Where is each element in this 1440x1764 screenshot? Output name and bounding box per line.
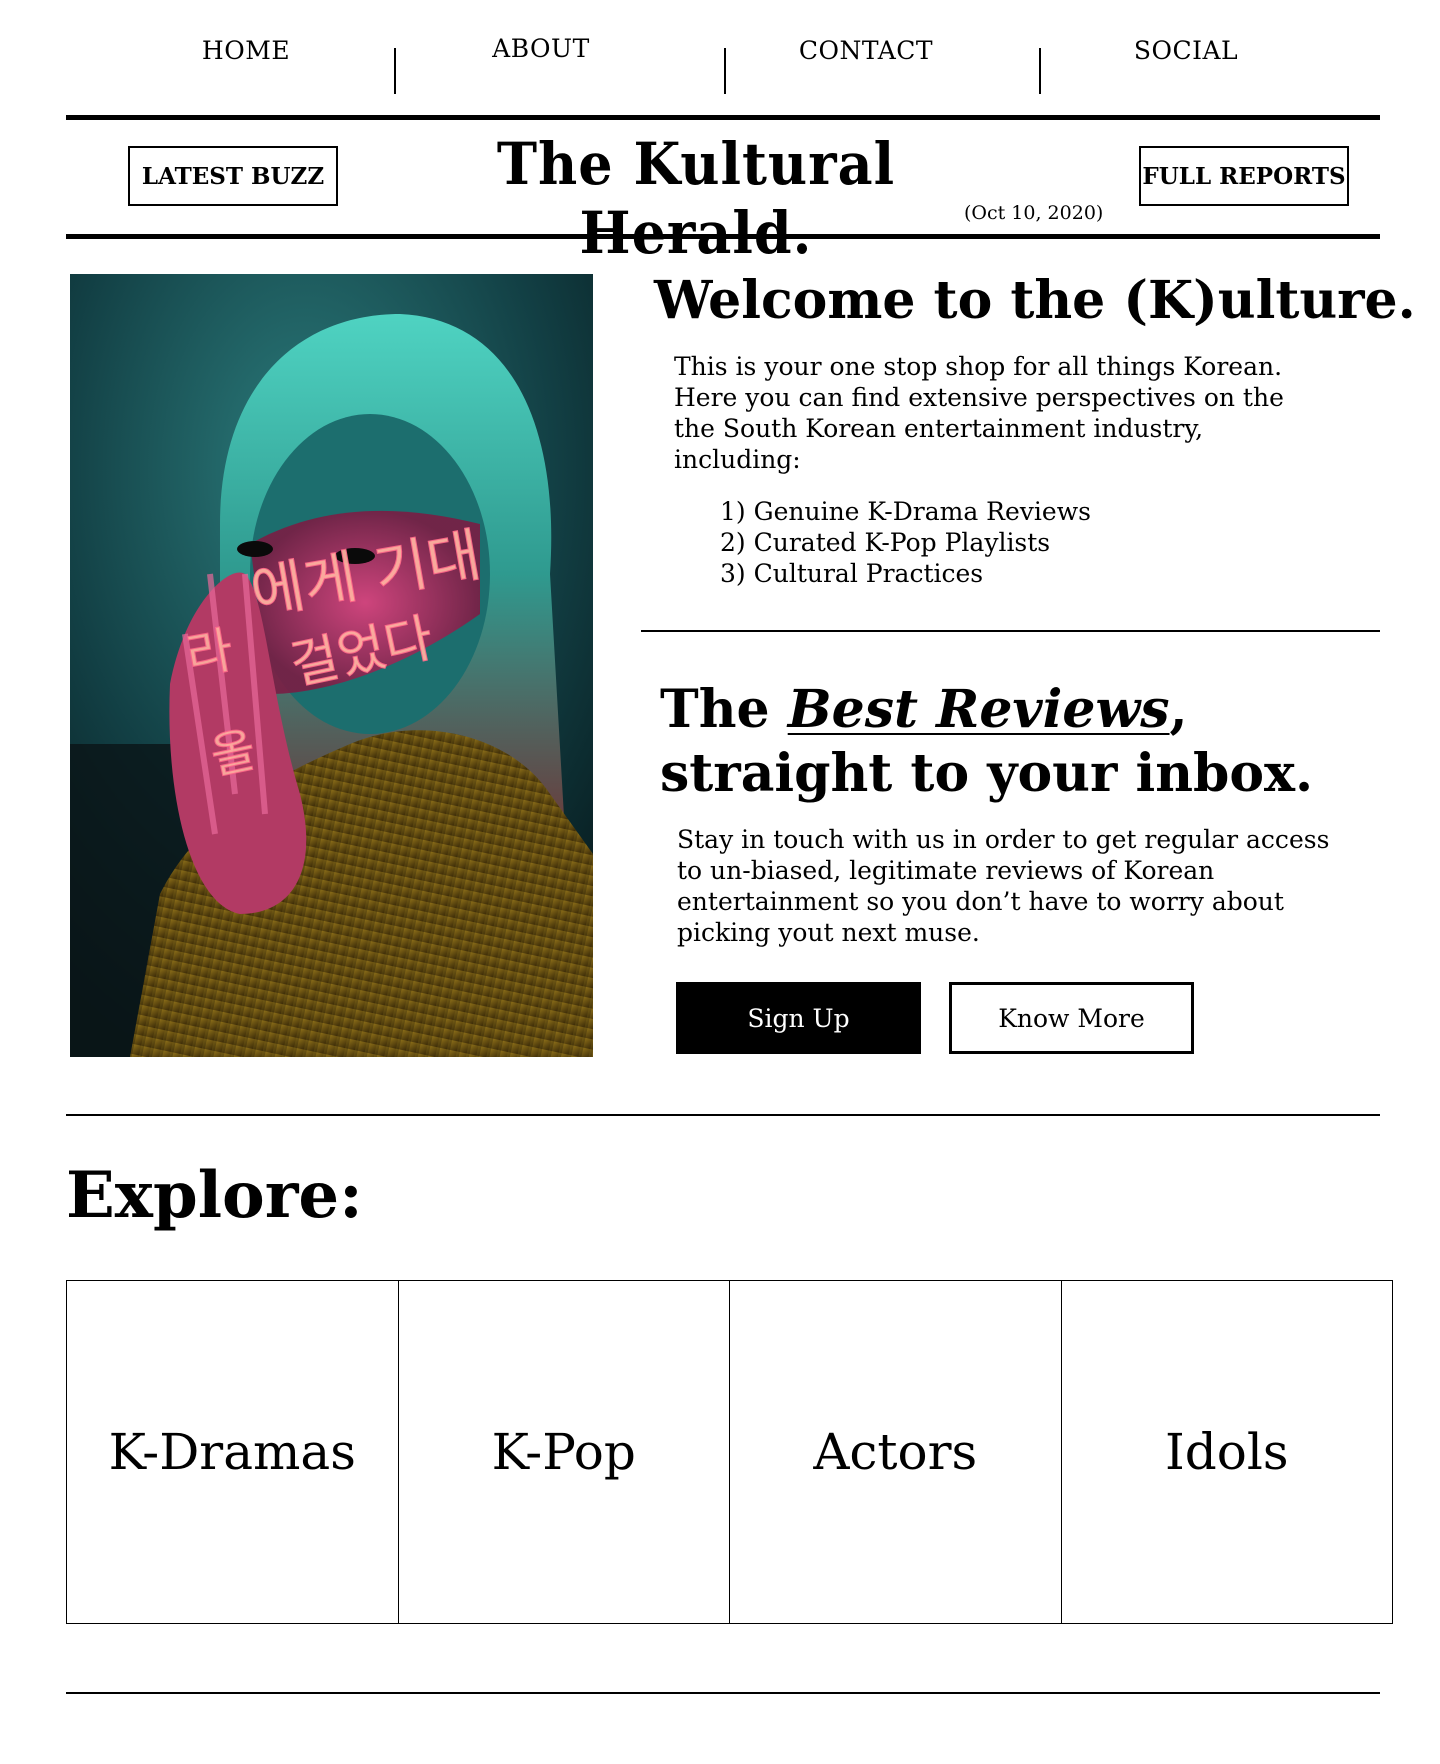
explore-title: Explore: bbox=[66, 1158, 363, 1233]
explore-grid: K-Dramas K-Pop Actors Idols bbox=[66, 1280, 1393, 1624]
section-divider bbox=[641, 630, 1380, 632]
best-reviews-link[interactable]: Best Reviews bbox=[788, 679, 1170, 740]
explore-tile-idols[interactable]: Idols bbox=[1062, 1281, 1393, 1623]
nav-about-link[interactable]: ABOUT bbox=[426, 0, 656, 98]
explore-tile-actors[interactable]: Actors bbox=[730, 1281, 1062, 1623]
list-item: 3) Cultural Practices bbox=[720, 559, 984, 588]
know-more-button[interactable]: Know More bbox=[949, 982, 1194, 1054]
nav-divider bbox=[724, 48, 726, 94]
top-nav: HOME ABOUT CONTACT SOCIAL bbox=[66, 0, 1380, 120]
hero-photo-illustration: 에게 기대 걸었다 라 올 bbox=[70, 274, 593, 1057]
nav-divider bbox=[1039, 48, 1041, 94]
reviews-title-start: The bbox=[660, 679, 788, 740]
welcome-body: This is your one stop shop for all thing… bbox=[674, 352, 1284, 474]
masthead: LATEST BUZZ The Kultural Herald. (Oct 10… bbox=[66, 120, 1380, 267]
section-divider bbox=[66, 1114, 1380, 1116]
nav-home-link[interactable]: HOME bbox=[126, 0, 366, 100]
issue-date: (Oct 10, 2020) bbox=[964, 202, 1104, 224]
full-reports-button[interactable]: FULL REPORTS bbox=[1139, 146, 1349, 206]
welcome-title: Welcome to the (K)ulture. bbox=[654, 270, 1416, 331]
explore-tile-k-dramas[interactable]: K-Dramas bbox=[67, 1281, 399, 1623]
list-item: 1) Genuine K-Drama Reviews bbox=[720, 497, 1091, 526]
hero-photo: 에게 기대 걸었다 라 올 bbox=[70, 274, 593, 1057]
reviews-title: The Best Reviews, straight to your inbox… bbox=[660, 678, 1380, 806]
footer-divider bbox=[66, 1692, 1380, 1694]
nav-divider bbox=[394, 48, 396, 94]
reviews-body: Stay in touch with us in order to get re… bbox=[677, 825, 1330, 947]
list-item: 2) Curated K-Pop Playlists bbox=[720, 528, 1051, 557]
explore-tile-k-pop[interactable]: K-Pop bbox=[399, 1281, 730, 1623]
eye-left bbox=[237, 541, 273, 557]
nav-contact-link[interactable]: CONTACT bbox=[746, 0, 986, 100]
site-logo[interactable]: The Kultural Herald. bbox=[396, 129, 996, 267]
nav-social-link[interactable]: SOCIAL bbox=[1066, 0, 1306, 100]
sign-up-button[interactable]: Sign Up bbox=[676, 982, 921, 1054]
welcome-list: 1) Genuine K-Drama Reviews 2) Curated K-… bbox=[720, 496, 1091, 589]
latest-buzz-button[interactable]: LATEST BUZZ bbox=[128, 146, 338, 206]
